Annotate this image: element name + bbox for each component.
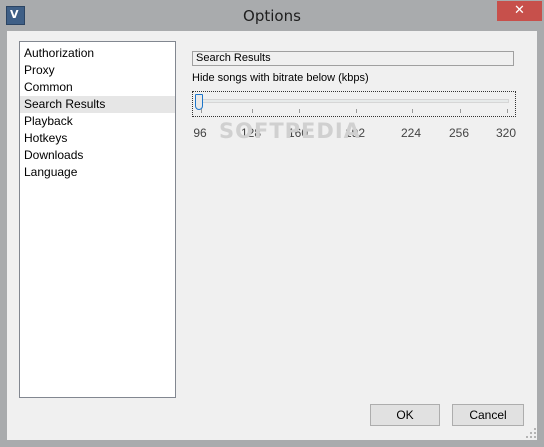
category-item-authorization[interactable]: Authorization xyxy=(20,45,175,62)
category-item-search-results[interactable]: Search Results xyxy=(20,96,175,113)
resize-grip-icon[interactable] xyxy=(526,428,536,438)
slider-track[interactable] xyxy=(201,99,509,103)
bitrate-slider[interactable] xyxy=(192,91,516,117)
title-bar[interactable]: V Options ✕ xyxy=(0,0,544,32)
category-list[interactable]: Authorization Proxy Common Search Results Pl… xyxy=(19,41,176,398)
slider-tick-label: 96 xyxy=(193,126,207,140)
slider-tick-label: 256 xyxy=(448,126,470,140)
slider-tick-label: 224 xyxy=(400,126,422,140)
category-item-language[interactable]: Language xyxy=(20,164,175,181)
watermark: SOFTPEDIA xyxy=(219,119,361,143)
category-item-downloads[interactable]: Downloads xyxy=(20,147,175,164)
cancel-button[interactable]: Cancel xyxy=(452,404,524,426)
category-item-common[interactable]: Common xyxy=(20,79,175,96)
slider-tick xyxy=(299,109,300,113)
slider-tick xyxy=(412,109,413,113)
window-title: Options xyxy=(243,7,301,25)
slider-tick xyxy=(460,109,461,113)
ok-button[interactable]: OK xyxy=(370,404,440,426)
category-items: Authorization Proxy Common Search Results Pl… xyxy=(20,42,175,181)
slider-tick xyxy=(201,109,202,113)
category-item-proxy[interactable]: Proxy xyxy=(20,62,175,79)
slider-thumb[interactable] xyxy=(195,94,203,110)
slider-tick xyxy=(252,109,253,113)
close-icon: ✕ xyxy=(514,3,525,18)
options-window: V Options ✕ Authorization Proxy Common Sear… xyxy=(0,0,544,447)
slider-tick xyxy=(356,109,357,113)
close-button[interactable]: ✕ xyxy=(497,1,542,21)
slider-tick xyxy=(507,109,508,113)
slider-tick-label: 320 xyxy=(495,126,517,140)
category-item-hotkeys[interactable]: Hotkeys xyxy=(20,130,175,147)
category-item-playback[interactable]: Playback xyxy=(20,113,175,130)
group-header: Search Results xyxy=(192,51,514,66)
bitrate-label: Hide songs with bitrate below (kbps) xyxy=(192,72,369,84)
dialog-body: Authorization Proxy Common Search Results Pl… xyxy=(7,31,537,440)
